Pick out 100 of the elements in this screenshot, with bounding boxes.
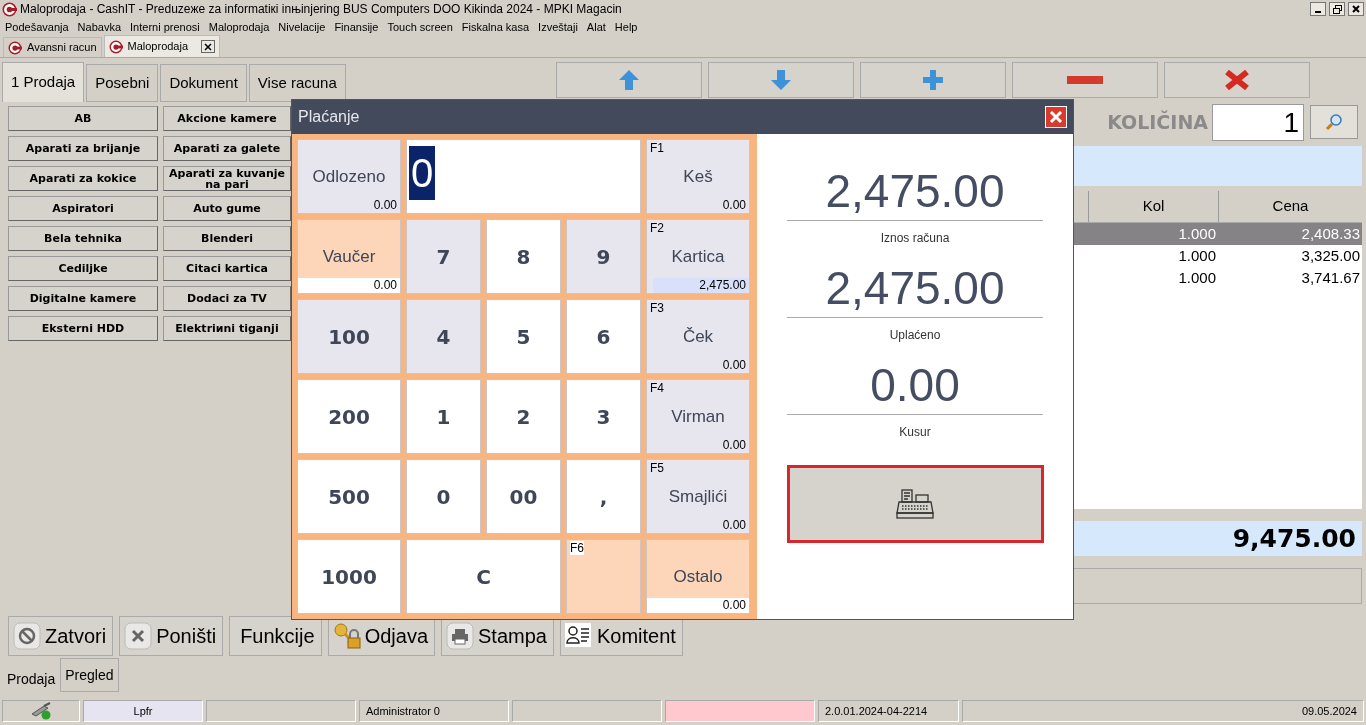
menu-item[interactable]: Izveštaji <box>538 18 578 36</box>
menu-item[interactable]: Nabavka <box>77 18 122 36</box>
keypad-button[interactable]: 7 <box>406 219 481 294</box>
tab[interactable]: Vise racuna <box>248 64 346 102</box>
menu-item[interactable]: Interni prenosi <box>130 18 200 36</box>
keypad-button[interactable]: 200 <box>297 379 401 454</box>
menu-item[interactable]: Podešavanja <box>5 18 69 36</box>
document-tab[interactable]: Avansni racun <box>3 37 102 57</box>
category-button[interactable]: Digitalne kamere <box>8 286 158 311</box>
category-button[interactable]: Aparati za kokice <box>8 166 158 191</box>
keypad-button[interactable]: 2 <box>486 379 561 454</box>
search-button[interactable] <box>1310 105 1358 139</box>
menu-item[interactable]: Finansije <box>334 18 379 36</box>
amount-label: 0.00 <box>721 518 747 533</box>
close-icon <box>1049 110 1063 124</box>
shortcut-label: F4 <box>650 381 664 395</box>
action-button[interactable]: Zatvori <box>8 616 114 656</box>
status-date: 09.05.2024 <box>962 700 1364 722</box>
column-header: Cena <box>1218 191 1362 222</box>
keypad-button[interactable]: 00 <box>486 459 561 534</box>
category-button[interactable]: Bela tehnika <box>8 226 158 251</box>
category-button[interactable]: Auto gume <box>163 196 291 221</box>
keypad-button[interactable]: 6 <box>566 299 641 374</box>
action-button[interactable]: Poništi <box>119 616 224 656</box>
tab[interactable]: Dokument <box>160 64 247 102</box>
payment-method-button[interactable]: F4 Virman 0.00 <box>646 379 750 454</box>
payment-method-button[interactable]: F5 Smajlići 0.00 <box>646 459 750 534</box>
action-button[interactable]: Funkcije <box>229 616 322 656</box>
category-button[interactable]: Dodaci za TV <box>163 286 291 311</box>
status-field: Lpfr <box>83 700 203 722</box>
keypad-button[interactable]: 9 <box>566 219 641 294</box>
close-icon <box>1352 5 1360 13</box>
category-button[interactable]: Aspiratori <box>8 196 158 221</box>
move-up-button[interactable] <box>556 62 702 98</box>
keypad-button[interactable]: 3 <box>566 379 641 454</box>
quantity-field[interactable]: 1 <box>1212 103 1304 141</box>
printer-icon <box>446 622 474 650</box>
column-header: Kol <box>1088 191 1218 222</box>
move-down-button[interactable] <box>708 62 854 98</box>
category-button[interactable]: Citaci kartica <box>163 256 291 281</box>
tab[interactable]: Prodaja <box>2 658 61 695</box>
payment-method-button[interactable]: F2 Kartica 2,475.00 <box>646 219 750 294</box>
key-lock-icon <box>332 622 361 650</box>
delete-button[interactable] <box>1164 62 1310 98</box>
close-button[interactable] <box>1348 2 1364 16</box>
menu-item[interactable]: Fiskalna kasa <box>461 18 530 36</box>
status-text: Administrator 0 <box>359 700 509 722</box>
tab[interactable]: Posebni <box>86 64 159 102</box>
fiscal-print-button[interactable] <box>786 465 1044 543</box>
keypad-button[interactable]: 0 <box>406 459 481 534</box>
shortcut-label: F2 <box>650 221 664 235</box>
category-button[interactable]: Aparati za brijanje <box>8 136 158 161</box>
remove-button[interactable] <box>1012 62 1158 98</box>
tab[interactable]: 1 Prodaja <box>2 62 85 102</box>
category-button[interactable]: Elektriиni tiganji <box>163 316 291 341</box>
amount-field[interactable]: 0 <box>406 139 641 214</box>
keypad-button[interactable]: C <box>406 539 561 614</box>
minimize-icon <box>1315 11 1321 13</box>
menu-item[interactable]: Nivelacije <box>278 18 326 36</box>
menu-item[interactable]: Help <box>614 18 638 36</box>
tab[interactable]: Pregled <box>60 658 119 692</box>
category-button[interactable]: Aparati za kuvanje na pari <box>163 166 291 191</box>
amount-display: 0.00 <box>787 358 1043 415</box>
payment-method-button[interactable]: Odlozeno 0.00 <box>297 139 401 214</box>
document-tab[interactable]: Maloprodaja <box>103 35 221 57</box>
payment-method-button[interactable]: F1 Keš 0.00 <box>646 139 750 214</box>
add-button[interactable] <box>860 62 1006 98</box>
logo-icon <box>2 1 17 17</box>
amount-label: 0.00 <box>647 598 749 613</box>
category-button[interactable]: Aparati za galete <box>163 136 291 161</box>
keypad-button[interactable]: 5 <box>486 299 561 374</box>
category-button[interactable]: Blenderi <box>163 226 291 251</box>
keypad-button[interactable]: 1 <box>406 379 481 454</box>
minimize-button[interactable] <box>1310 2 1326 16</box>
keypad-button[interactable]: 1000 <box>297 539 401 614</box>
search-icon <box>1325 113 1343 131</box>
keypad-button[interactable]: 8 <box>486 219 561 294</box>
arrow-down-icon <box>770 69 792 91</box>
payment-method-button[interactable]: Ostalo 0.00 <box>646 539 750 614</box>
category-button[interactable]: Eksterni HDD <box>8 316 158 341</box>
menu-item[interactable]: Touch screen <box>387 18 453 36</box>
category-button[interactable]: AB <box>8 106 158 131</box>
keypad-button[interactable]: , <box>566 459 641 534</box>
menu-item[interactable]: Alat <box>586 18 606 36</box>
keypad-button[interactable]: 500 <box>297 459 401 534</box>
close-tab-button[interactable] <box>201 40 216 53</box>
contact-card-icon <box>564 622 593 650</box>
keypad-button[interactable]: 4 <box>406 299 481 374</box>
restore-icon <box>1332 4 1342 14</box>
menu-item[interactable]: Maloprodaja <box>208 18 270 36</box>
function-key-button[interactable]: F6 <box>566 539 641 614</box>
keypad-button[interactable]: 100 <box>297 299 401 374</box>
arrow-up-icon <box>618 69 640 91</box>
payment-method-button[interactable]: F3 Ček 0.00 <box>646 299 750 374</box>
payment-method-button[interactable]: Vaučer 0.00 <box>297 219 401 294</box>
window-title: Maloprodaja - CashIT - Preduzeжe za informatiкi inњinjering BUS Computers DOO Kikinda 2024 - MPKI Magacin <box>20 1 623 18</box>
restore-button[interactable] <box>1329 2 1345 16</box>
category-button[interactable]: Akcione kamere <box>163 106 291 131</box>
category-button[interactable]: Cediljke <box>8 256 158 281</box>
network-connection-icon <box>30 702 52 720</box>
